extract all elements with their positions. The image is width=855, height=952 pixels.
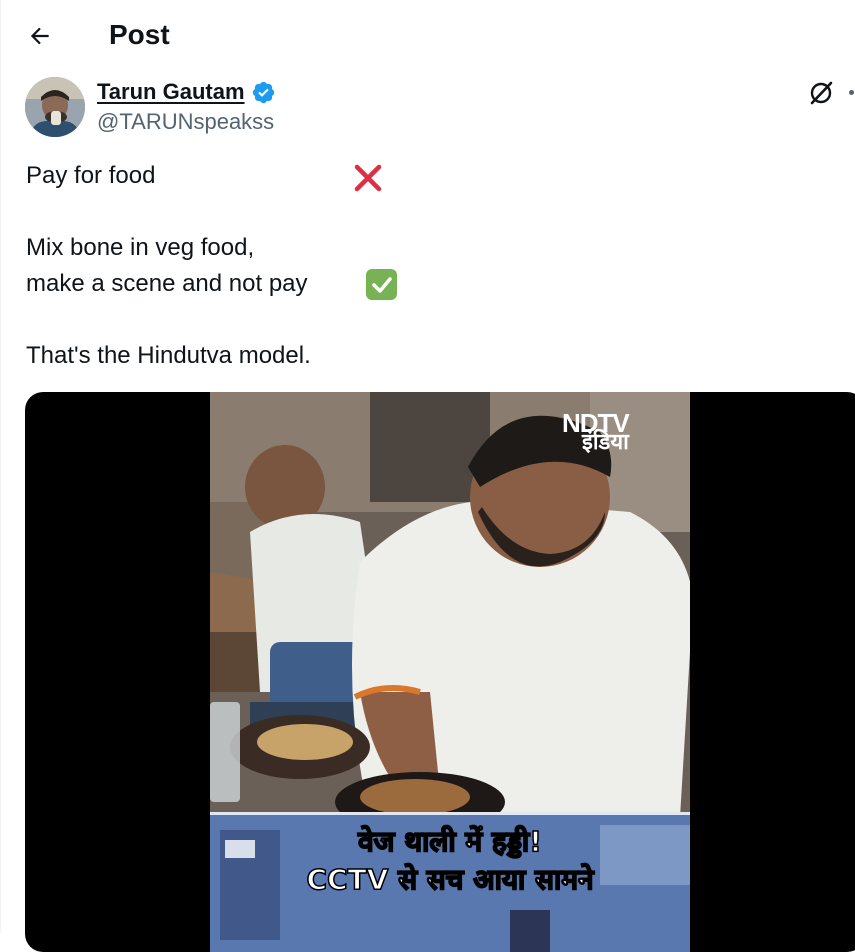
- video-frame: NDTV इंडिया वेज थाली में हड्डी! CCTV से …: [210, 392, 690, 952]
- cross-mark-icon: [354, 164, 382, 192]
- grok-button[interactable]: [804, 76, 838, 110]
- tweet-text-line-2: Mix bone in veg food,: [26, 234, 255, 261]
- ndtv-watermark: NDTV इंडिया: [562, 408, 630, 455]
- arrow-left-icon: [30, 27, 49, 45]
- avatar-photo-icon: [25, 77, 85, 137]
- verified-badge-icon[interactable]: [251, 80, 276, 105]
- page-title: Post: [109, 19, 170, 50]
- post-header: Post: [0, 0, 855, 70]
- column-border: [0, 0, 1, 933]
- author-name[interactable]: Tarun Gautam: [97, 78, 245, 106]
- video-still-image: [210, 392, 690, 817]
- caption-line-2: CCTV से सच आया सामने: [306, 862, 595, 897]
- video-player[interactable]: NDTV इंडिया वेज थाली में हड्डी! CCTV से …: [25, 392, 855, 952]
- grok-icon: [810, 81, 833, 105]
- back-button[interactable]: [22, 18, 58, 54]
- author-name-row: Tarun Gautam: [97, 78, 276, 106]
- tweet-text-line-1: Pay for food: [26, 162, 156, 189]
- tweet-text-line-4: That's the Hindutva model.: [26, 342, 311, 369]
- author-handle[interactable]: @TARUNspeakss: [97, 108, 274, 136]
- more-options-icon[interactable]: [849, 90, 854, 95]
- avatar[interactable]: [25, 77, 85, 137]
- caption-line-1: वेज थाली में हड्डी!: [357, 824, 542, 859]
- tweet-text-line-3: make a scene and not pay: [26, 270, 308, 297]
- check-mark-button-icon: [366, 269, 397, 300]
